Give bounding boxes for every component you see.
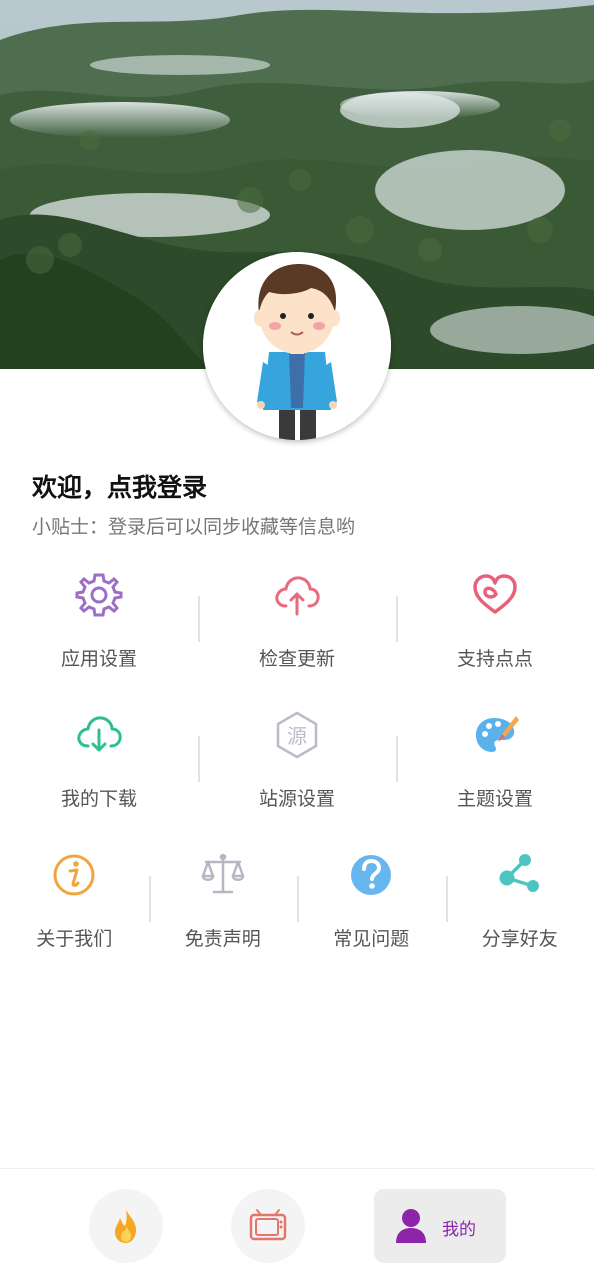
share-icon xyxy=(499,854,539,892)
source-hexagon-icon: 源 xyxy=(276,711,318,759)
share-friends-label: 分享好友 xyxy=(481,928,558,950)
question-icon xyxy=(351,855,392,895)
app-settings-label: 应用设置 xyxy=(60,648,137,670)
info-icon xyxy=(53,854,95,896)
cloud-upload-icon xyxy=(275,576,320,616)
about-us-label: 关于我们 xyxy=(36,928,113,950)
check-update-item[interactable]: 检查更新 xyxy=(198,570,396,680)
nav-mine-button[interactable]: 我的 xyxy=(374,1189,506,1263)
menu-row-2: 我的下载 源 站源设置 主题设置 xyxy=(0,710,594,820)
disclaimer-label: 免责声明 xyxy=(184,928,261,950)
flame-icon xyxy=(115,1209,136,1243)
heart-icon xyxy=(473,574,517,614)
nav-tv-button[interactable] xyxy=(231,1189,305,1263)
login-tip-text: 小贴士：登录后可以同步收藏等信息哟 xyxy=(32,516,356,538)
faq-label: 常见问题 xyxy=(333,928,410,950)
source-glyph: 源 xyxy=(287,724,307,748)
palette-icon xyxy=(475,716,519,752)
share-friends-item[interactable]: 分享好友 xyxy=(445,850,594,960)
bottom-navigation: 我的 xyxy=(0,1168,594,1280)
source-settings-item[interactable]: 源 站源设置 xyxy=(198,710,396,820)
scales-icon xyxy=(201,853,244,894)
menu-row-1: 应用设置 检查更新 支持点点 xyxy=(0,570,594,680)
user-icon xyxy=(396,1209,426,1243)
source-settings-label: 站源设置 xyxy=(258,788,335,810)
cloud-download-icon xyxy=(77,716,122,752)
support-label: 支持点点 xyxy=(456,648,533,670)
my-downloads-item[interactable]: 我的下载 xyxy=(0,710,198,820)
theme-settings-item[interactable]: 主题设置 xyxy=(396,710,594,820)
tv-icon xyxy=(249,1209,287,1241)
support-item[interactable]: 支持点点 xyxy=(396,570,594,680)
nav-hot-button[interactable] xyxy=(89,1189,163,1263)
nav-mine-label: 我的 xyxy=(442,1220,476,1240)
theme-settings-label: 主题设置 xyxy=(456,788,533,810)
check-update-label: 检查更新 xyxy=(258,648,335,670)
avatar[interactable] xyxy=(203,252,391,440)
menu-row-3: 关于我们 免责声明 常见问题 分享好友 xyxy=(0,850,594,960)
gear-icon xyxy=(75,573,123,617)
my-downloads-label: 我的下载 xyxy=(60,788,137,810)
about-us-item[interactable]: 关于我们 xyxy=(0,850,149,960)
app-settings-item[interactable]: 应用设置 xyxy=(0,570,198,680)
faq-item[interactable]: 常见问题 xyxy=(297,850,446,960)
login-welcome-link[interactable]: 欢迎，点我登录 xyxy=(32,468,207,504)
cartoon-boy-avatar-image xyxy=(203,252,391,440)
disclaimer-item[interactable]: 免责声明 xyxy=(148,850,298,960)
